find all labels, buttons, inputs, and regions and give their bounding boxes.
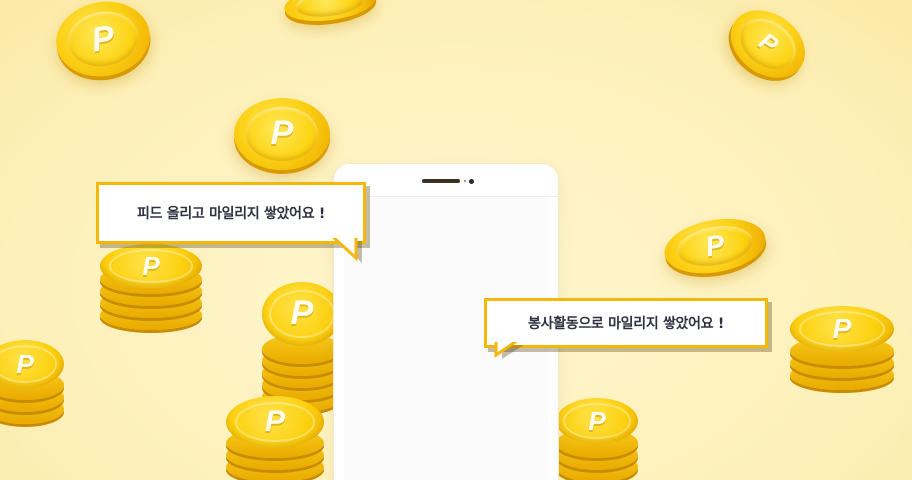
speech-bubble-text: 봉사활동으로 마일리지 쌓았어요 ! — [528, 316, 724, 332]
coin-stack-icon: P — [0, 340, 64, 424]
coin-stack-icon: P — [262, 282, 342, 412]
promo-banner: P P P P P P P P P P 피드 올리고 마일리지 쌓았어요 ! 봉… — [0, 0, 912, 480]
phone-top-bar — [334, 164, 558, 197]
coin-stack-icon: P — [556, 398, 638, 480]
coin-icon: P — [660, 211, 770, 281]
coin-stack-icon: P — [790, 306, 894, 390]
coin-icon: P — [718, 0, 818, 92]
coin-icon: P — [234, 98, 330, 170]
speech-bubble-feed: 피드 올리고 마일리지 쌓았어요 ! — [96, 182, 366, 244]
phone-sensor-icon — [464, 180, 466, 182]
speech-bubble-volunteer: 봉사활동으로 마일리지 쌓았어요 ! — [484, 298, 768, 348]
phone-speaker-icon — [422, 179, 460, 183]
speech-bubble-tail — [331, 238, 362, 263]
phone-camera-icon — [469, 179, 474, 184]
coin-icon — [282, 0, 378, 27]
speech-bubble-text: 피드 올리고 마일리지 쌓았어요 ! — [137, 206, 325, 222]
coin-stack-icon: P — [226, 396, 324, 480]
coin-icon: P — [50, 0, 156, 84]
coin-stack-icon: P — [100, 244, 202, 330]
speech-bubble-tail — [494, 342, 524, 359]
